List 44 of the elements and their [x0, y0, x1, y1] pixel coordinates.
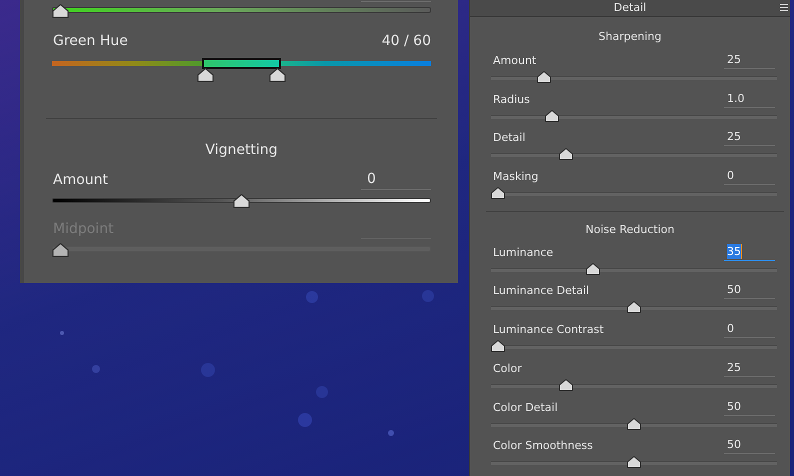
slider-thumb[interactable] — [52, 4, 69, 18]
value-field[interactable]: 50 — [724, 437, 775, 454]
value-field[interactable]: 25 — [724, 129, 775, 146]
slider-label: Green Hue — [52, 32, 128, 51]
slider-label: Color — [492, 360, 522, 377]
panel-title: Detail — [614, 0, 646, 16]
slider-label: Color Detail — [492, 400, 558, 416]
slider-thumb[interactable] — [627, 456, 641, 468]
slider-thumb[interactable] — [627, 301, 641, 314]
slider-thumb[interactable] — [586, 262, 600, 275]
slider-label: Color Smoothness — [492, 438, 593, 454]
value-field[interactable]: 1.0 — [724, 90, 775, 108]
value-field[interactable]: 25 — [724, 52, 775, 69]
slider-thumb[interactable] — [491, 187, 505, 200]
value-field[interactable]: 25 — [724, 360, 775, 377]
slider-thumb[interactable] — [559, 148, 573, 160]
section-heading: Noise Reduction — [584, 222, 676, 238]
value-field[interactable]: 0 — [724, 321, 775, 338]
value-field[interactable]: 0 — [724, 168, 775, 186]
menu-icon[interactable] — [780, 4, 788, 11]
slider-thumb[interactable] — [545, 110, 560, 122]
slider-thumb[interactable] — [269, 68, 286, 82]
slider-thumb[interactable] — [627, 418, 641, 430]
slider-thumb[interactable] — [491, 340, 505, 352]
section-heading: Sharpening — [598, 29, 662, 45]
section-heading: Vignetting — [204, 141, 279, 159]
slider-thumb[interactable] — [559, 378, 573, 391]
slider-thumb[interactable] — [196, 68, 214, 82]
slider-value: 40 / 60 — [382, 32, 431, 51]
value-field[interactable]: 50 — [724, 398, 775, 416]
slider-label: Luminance — [492, 244, 554, 261]
slider-label: Detail — [492, 130, 526, 146]
slider-label: Luminance Detail — [492, 283, 590, 300]
slider-thumb[interactable] — [537, 71, 552, 83]
slider-label: Masking — [492, 169, 538, 186]
slider-label: Radius — [492, 92, 530, 108]
slider[interactable] — [52, 2, 431, 18]
slider-label: Amount — [52, 171, 108, 190]
slider-thumb[interactable] — [233, 194, 250, 208]
slider-label: Luminance Contrast — [492, 322, 604, 338]
slider-label: Amount — [492, 53, 536, 69]
value-field[interactable]: 50 — [724, 282, 775, 300]
value-field[interactable]: 35 — [724, 244, 775, 261]
value-field[interactable]: 0 — [361, 169, 431, 190]
